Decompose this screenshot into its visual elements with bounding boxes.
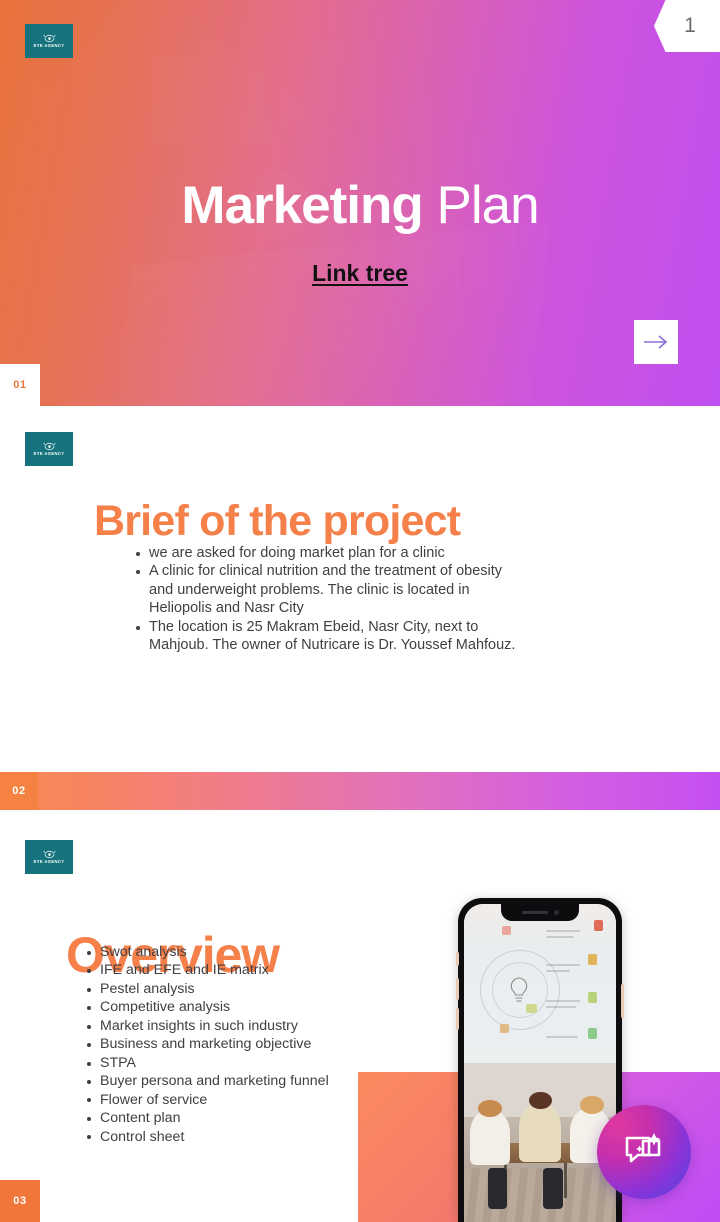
slide-1-title: EYE AGENCY 1 Marketing Plan Link tree 01 [0, 0, 720, 406]
list-item: Swot analysis [86, 943, 336, 961]
slide-2-brief: EYE AGENCY Brief of the project we are a… [0, 406, 720, 812]
phone-screen [464, 904, 616, 1222]
list-item: A clinic for clinical nutrition and the … [135, 562, 525, 617]
lightbulb-icon [510, 977, 528, 1002]
list-item: Pestel analysis [86, 980, 336, 998]
page-title: Marketing Plan [0, 179, 720, 232]
slide-deck-viewer: EYE AGENCY 1 Marketing Plan Link tree 01 [0, 0, 720, 1222]
brand-logo-name: EYE AGENCY [33, 42, 65, 48]
page-indicator-number: 1 [684, 14, 696, 37]
page-title-light: Plan [422, 175, 539, 235]
brand-logo: EYE AGENCY [25, 24, 73, 58]
brand-logo-name: EYE AGENCY [33, 450, 65, 456]
list-item: Buyer persona and marketing funnel [86, 1072, 336, 1090]
phone-notch [501, 904, 579, 921]
list-item: Content plan [86, 1109, 336, 1127]
list-item: IFE and EFE and IE matrix [86, 961, 336, 979]
list-item: The location is 25 Makram Ebeid, Nasr Ci… [135, 618, 525, 655]
phone-screen-meeting-photo [464, 1063, 616, 1222]
page-indicator: 1 [654, 0, 720, 52]
brief-bullet-list: we are asked for doing market plan for a… [135, 544, 525, 654]
list-item: Control sheet [86, 1128, 336, 1146]
section-heading-brief: Brief of the project [94, 496, 461, 545]
slide-number-03: 03 [13, 1195, 27, 1207]
next-slide-button[interactable] [634, 320, 678, 364]
brand-logo: EYE AGENCY [25, 840, 73, 874]
list-item: Business and marketing objective [86, 1035, 336, 1053]
list-item: STPA [86, 1054, 336, 1072]
arrow-right-icon [644, 335, 668, 349]
list-item: Market insights in such industry [86, 1017, 336, 1035]
ai-assistant-button[interactable] [597, 1105, 691, 1199]
brand-logo-name: EYE AGENCY [33, 858, 65, 864]
slide-number-02: 02 [12, 785, 26, 797]
section-divider-gradient-bar [0, 772, 720, 810]
slide-number-badge-02: 02 [0, 772, 38, 810]
slide-number-01: 01 [13, 379, 27, 391]
list-item: we are asked for doing market plan for a… [135, 544, 525, 562]
eye-brain-icon [42, 34, 56, 42]
eye-brain-icon [42, 850, 56, 858]
link-tree-label: Link tree [312, 260, 408, 286]
link-tree-link[interactable]: Link tree [0, 260, 720, 287]
page-title-bold: Marketing [181, 175, 423, 235]
phone-mockup [456, 898, 624, 1222]
eye-brain-icon [42, 442, 56, 450]
chat-sparkle-icon [625, 1133, 661, 1163]
brand-logo: EYE AGENCY [25, 432, 73, 466]
list-item: Flower of service [86, 1091, 336, 1109]
phone-screen-slide-content [464, 904, 616, 1063]
slide-number-badge-03: 03 [0, 1180, 40, 1222]
list-item: Competitive analysis [86, 998, 336, 1016]
slide-number-badge-01: 01 [0, 364, 40, 406]
overview-bullet-list: Swot analysis IFE and EFE and IE matrix … [86, 943, 336, 1146]
